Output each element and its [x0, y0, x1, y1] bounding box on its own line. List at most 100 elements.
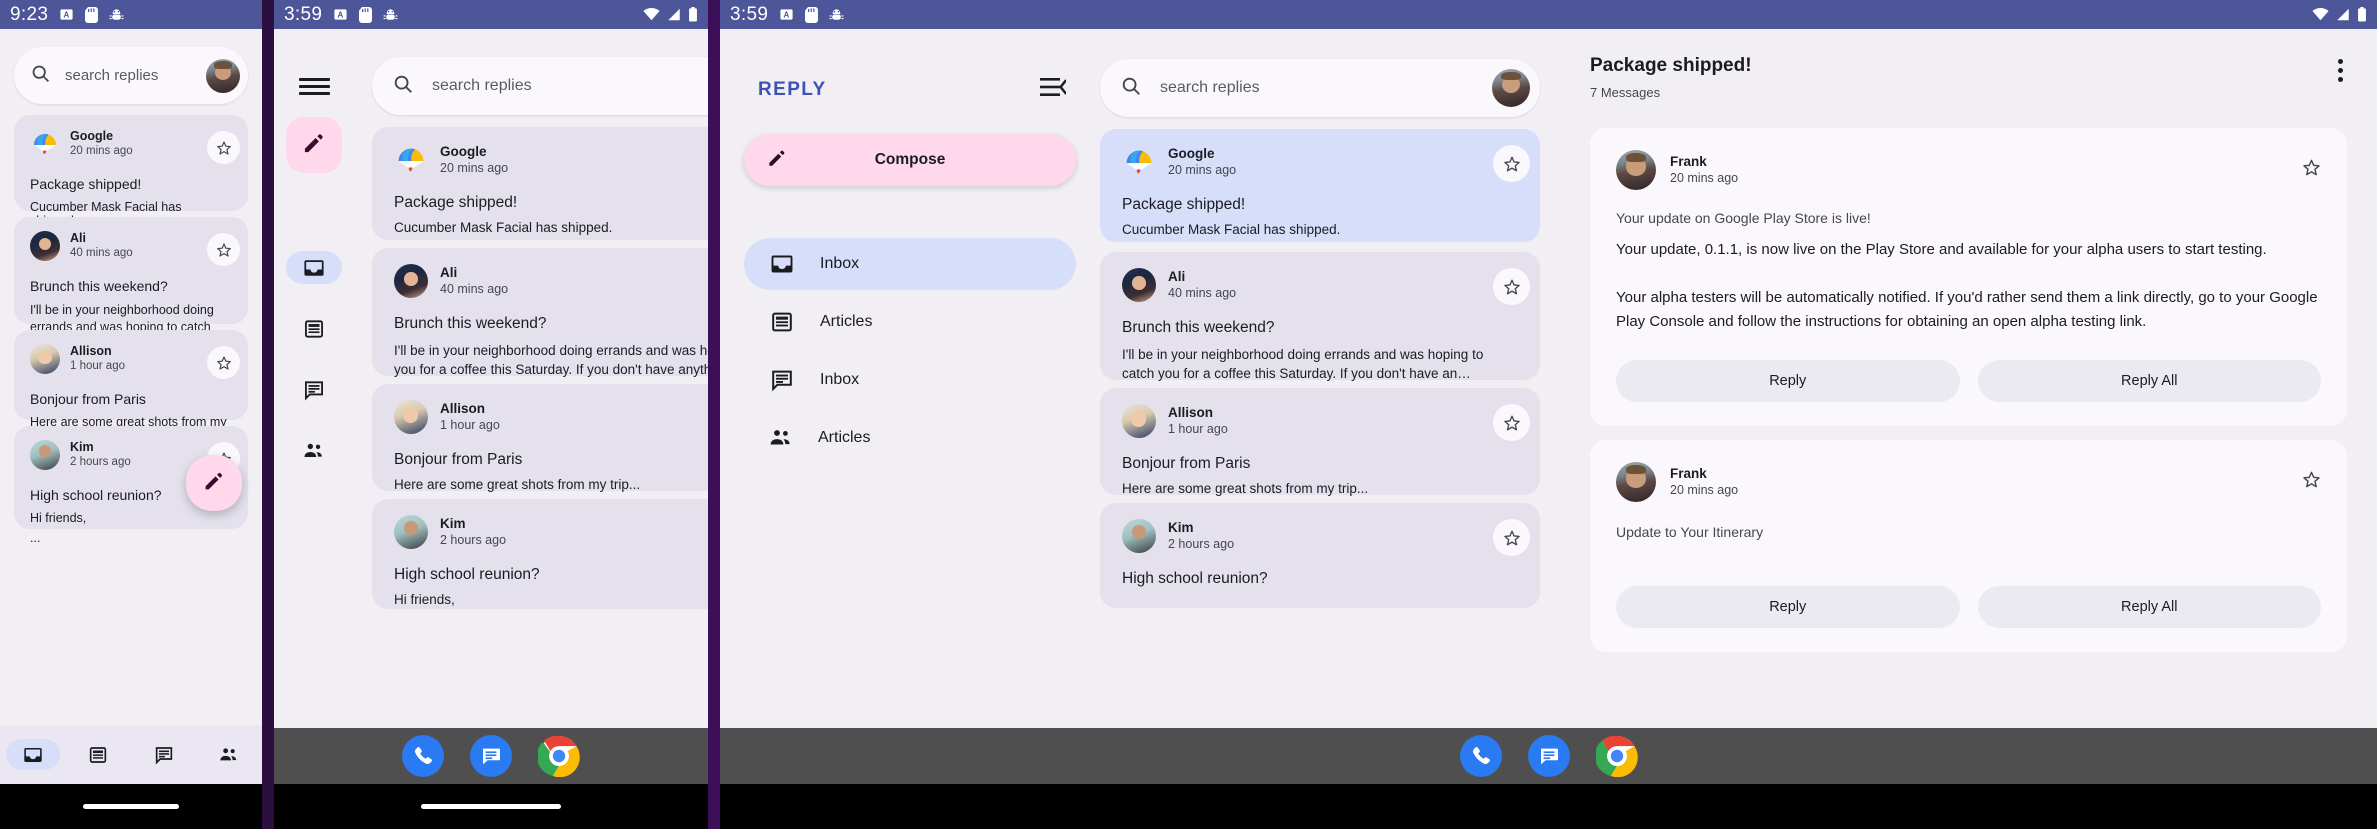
- chrome-icon[interactable]: [538, 735, 580, 777]
- search-input[interactable]: search replies: [1160, 79, 1260, 97]
- star-button[interactable]: [207, 233, 240, 266]
- frank-avatar: [1616, 462, 1656, 502]
- bottom-nav-group[interactable]: [197, 739, 263, 770]
- screen-compact: search replies Google 20 mins ago Packag…: [0, 29, 262, 829]
- star-button[interactable]: [207, 346, 240, 379]
- star-outline-icon[interactable]: [2302, 470, 2321, 494]
- timestamp: 40 mins ago: [1168, 285, 1236, 301]
- bottom-nav-inbox[interactable]: [0, 739, 66, 770]
- sender-name: Allison: [440, 401, 500, 417]
- menu-open-icon[interactable]: [1040, 77, 1066, 102]
- messages-icon[interactable]: [470, 735, 512, 777]
- email-snippet: Here are some great shots from my trip..…: [394, 477, 708, 492]
- bottom-navigation: [0, 725, 262, 784]
- email-list-item[interactable]: Ali 40 mins ago Brunch this weekend? I'l…: [372, 248, 708, 376]
- statusbar-time: 9:23: [10, 4, 48, 26]
- email-list-item[interactable]: Google 20 mins ago Package shipped! Cucu…: [372, 127, 708, 240]
- email-subject: Bonjour from Paris: [1122, 455, 1518, 473]
- email-snippet: Hi friends,: [394, 592, 708, 607]
- more-vert-icon[interactable]: [2338, 59, 2343, 82]
- compose-fab[interactable]: [286, 117, 342, 173]
- signal-icon: [2336, 8, 2350, 21]
- svg-text:A: A: [64, 11, 70, 20]
- compose-label: Compose: [788, 151, 1032, 169]
- reply-all-button[interactable]: Reply All: [1978, 360, 2322, 402]
- email-snippet: Hi friends,: [30, 511, 232, 525]
- rail-item-chat[interactable]: [286, 373, 342, 406]
- email-list-item[interactable]: Ali 40 mins ago Brunch this weekend? I'l…: [14, 217, 248, 324]
- drawer-item-articles[interactable]: Articles: [744, 296, 1076, 348]
- email-list-item[interactable]: Kim 2 hours ago High school reunion? Hi …: [372, 499, 708, 609]
- timestamp: 20 mins ago: [1168, 162, 1236, 178]
- gesture-handle[interactable]: [421, 804, 561, 809]
- rail-item-articles[interactable]: [286, 312, 342, 345]
- phone-icon[interactable]: [1460, 735, 1502, 777]
- rail-item-inbox[interactable]: [286, 251, 342, 284]
- gesture-handle[interactable]: [83, 804, 179, 809]
- search-input[interactable]: search replies: [432, 77, 532, 95]
- avatar[interactable]: [1492, 69, 1530, 107]
- bottom-nav-chat[interactable]: [131, 739, 197, 770]
- star-button[interactable]: [1493, 404, 1530, 441]
- search-input[interactable]: search replies: [65, 67, 158, 84]
- drawer-item-chat[interactable]: Inbox: [744, 354, 1076, 406]
- screen-rail: search replies Google 20 mins ago Packag…: [274, 29, 708, 829]
- email-snippet: Here are some great shots from my trip..…: [1122, 481, 1518, 496]
- reply-all-button[interactable]: Reply All: [1978, 586, 2322, 628]
- avatar[interactable]: [206, 59, 240, 93]
- drawer-item-group[interactable]: Articles: [744, 412, 1076, 464]
- star-button[interactable]: [207, 131, 240, 164]
- search-bar[interactable]: search replies: [372, 57, 708, 115]
- wifi-icon: [2312, 8, 2329, 21]
- timestamp: 1 hour ago: [440, 417, 500, 433]
- rail-item-group[interactable]: [286, 434, 342, 467]
- drawer-item-inbox[interactable]: Inbox: [744, 238, 1076, 290]
- bottom-nav-articles[interactable]: [66, 739, 132, 770]
- pencil-icon: [301, 130, 327, 161]
- search-bar[interactable]: search replies: [14, 47, 248, 104]
- reply-button[interactable]: Reply: [1616, 360, 1960, 402]
- email-subject: Bonjour from Paris: [30, 391, 232, 407]
- star-outline-icon[interactable]: [2302, 158, 2321, 182]
- email-list-item[interactable]: Google 20 mins ago Package shipped! Cucu…: [1100, 129, 1540, 242]
- screenshot-stage: 9:23 A search replies: [0, 0, 2377, 829]
- kim-avatar: [394, 515, 428, 549]
- compose-button[interactable]: Compose: [744, 134, 1076, 186]
- reply-button[interactable]: Reply: [1616, 586, 1960, 628]
- chrome-icon[interactable]: [1596, 735, 1638, 777]
- alarm-icon: A: [333, 7, 348, 22]
- timestamp: 1 hour ago: [70, 359, 125, 374]
- phone-icon[interactable]: [402, 735, 444, 777]
- sender-name: Allison: [1168, 405, 1228, 421]
- navigation-rail: [274, 117, 354, 557]
- messages-icon[interactable]: [1528, 735, 1570, 777]
- star-button[interactable]: [1493, 145, 1530, 182]
- star-button[interactable]: [1493, 268, 1530, 305]
- email-list-item[interactable]: Allison 1 hour ago Bonjour from Paris He…: [14, 330, 248, 420]
- device-compact-phone: 9:23 A search replies: [0, 0, 262, 829]
- sender-name: Google: [1168, 146, 1236, 162]
- alarm-icon: A: [779, 7, 794, 22]
- email-list-item[interactable]: Google 20 mins ago Package shipped! Cucu…: [14, 115, 248, 211]
- hamburger-icon[interactable]: [299, 75, 330, 97]
- usb-debug-icon: [383, 7, 398, 23]
- search-bar[interactable]: search replies: [1100, 59, 1540, 117]
- message-card[interactable]: Frank 20 mins ago Update to Your Itinera…: [1590, 440, 2347, 652]
- star-button[interactable]: [1493, 519, 1530, 556]
- compose-fab[interactable]: [186, 455, 242, 511]
- email-subject: High school reunion?: [1122, 570, 1518, 588]
- email-list-item[interactable]: Allison 1 hour ago Bonjour from Paris He…: [1100, 388, 1540, 495]
- message-card[interactable]: Frank 20 mins ago Your update on Google …: [1590, 128, 2347, 426]
- sender-name: Kim: [1168, 520, 1234, 536]
- group-icon: [768, 426, 794, 450]
- email-list-item[interactable]: Ali 40 mins ago Brunch this weekend? I'l…: [1100, 252, 1540, 380]
- email-list-item[interactable]: Allison 1 hour ago Bonjour from Paris He…: [372, 384, 708, 491]
- allison-avatar: [1122, 404, 1156, 438]
- message-detail-pane: Package shipped! 7 Messages Frank: [1560, 29, 2377, 719]
- google-parachute-icon: [30, 129, 60, 159]
- timestamp: 20 mins ago: [440, 160, 508, 176]
- statusbar-rail: 3:59 A: [274, 0, 708, 29]
- statusbar-expanded: 3:59 A: [720, 0, 2377, 29]
- group-icon: [302, 440, 326, 462]
- email-list-item[interactable]: Kim 2 hours ago High school reunion?: [1100, 503, 1540, 608]
